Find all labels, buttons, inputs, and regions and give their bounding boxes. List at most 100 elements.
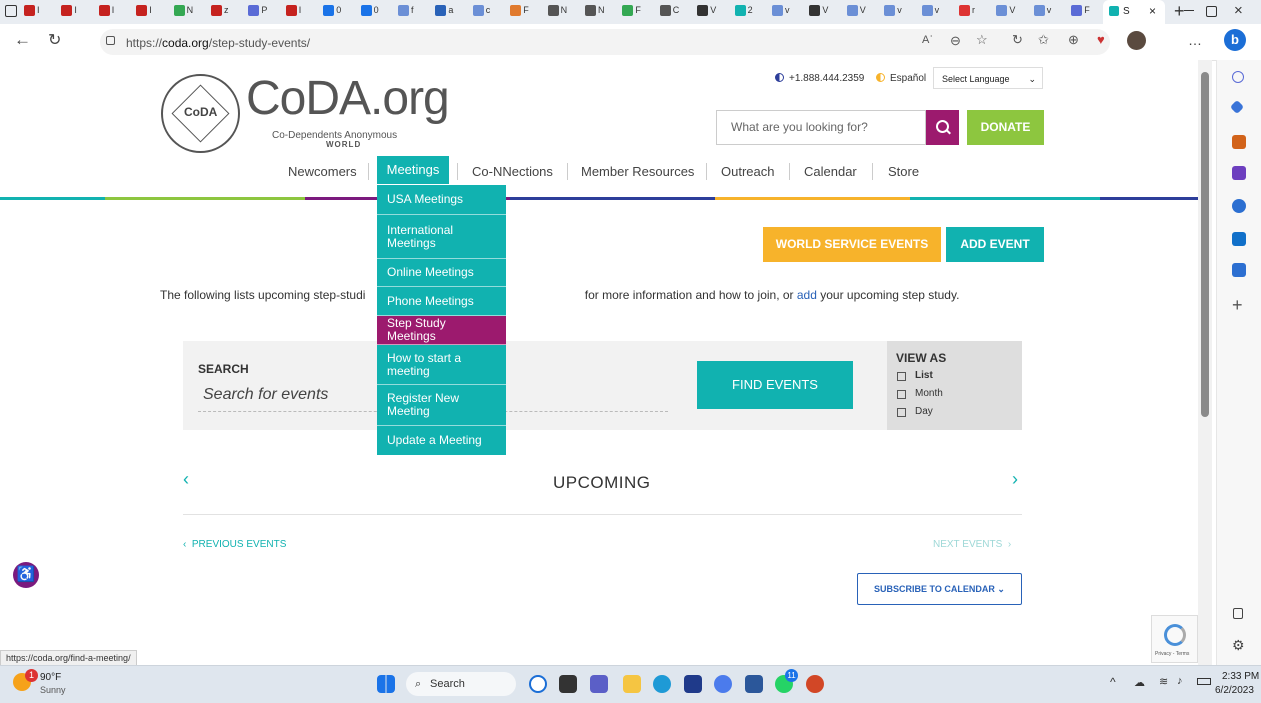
- nav-newcomers[interactable]: Newcomers: [288, 164, 357, 179]
- nav-outreach[interactable]: Outreach: [721, 164, 774, 179]
- restore-icon[interactable]: [1206, 6, 1217, 17]
- tab[interactable]: V: [994, 3, 1015, 21]
- taskbar-search[interactable]: ⌕ Search: [406, 672, 516, 696]
- battery-icon[interactable]: [1197, 678, 1211, 685]
- next-events-link[interactable]: NEXT EVENTS ›: [933, 539, 1011, 550]
- back-icon[interactable]: ←: [14, 30, 31, 50]
- teams-icon[interactable]: [590, 675, 608, 693]
- tab[interactable]: F: [508, 3, 529, 21]
- coda-seal-logo[interactable]: CoDA: [161, 74, 240, 153]
- clock-date[interactable]: 6/2/2023: [1215, 685, 1254, 696]
- read-aloud-icon[interactable]: Aʾ: [922, 34, 933, 46]
- dropdown-how-to-start[interactable]: How to start a meeting: [377, 345, 506, 385]
- tab[interactable]: v: [770, 3, 790, 21]
- tab[interactable]: N: [546, 3, 567, 21]
- dropdown-step-study-meetings[interactable]: Step Study Meetings: [377, 316, 506, 345]
- view-list[interactable]: List: [915, 370, 933, 381]
- tab[interactable]: N: [172, 3, 193, 21]
- espanol-link[interactable]: Español: [890, 73, 926, 84]
- accessibility-icon[interactable]: ♿: [13, 562, 39, 588]
- file-explorer-icon[interactable]: [623, 675, 641, 693]
- phone-number[interactable]: +1.888.444.2359: [789, 73, 864, 84]
- language-select[interactable]: Select Language ⌄: [933, 67, 1043, 89]
- tab[interactable]: V: [695, 3, 716, 21]
- donate-button[interactable]: DONATE: [967, 110, 1044, 145]
- new-tab-icon[interactable]: +: [1174, 1, 1185, 22]
- bing-taskbar-icon[interactable]: [529, 675, 547, 693]
- nav-store[interactable]: Store: [888, 164, 919, 179]
- start-icon[interactable]: [377, 675, 395, 693]
- tab[interactable]: z: [209, 3, 229, 21]
- search-button[interactable]: [926, 110, 959, 145]
- close-window-icon[interactable]: ×: [1234, 2, 1243, 19]
- scrollbar-thumb[interactable]: [1201, 72, 1209, 417]
- onedrive-icon[interactable]: ☁: [1134, 676, 1145, 689]
- settings-icon[interactable]: ⚙: [1232, 637, 1245, 654]
- add-event-button[interactable]: ADD EVENT: [946, 227, 1044, 262]
- tray-chevron-icon[interactable]: ^: [1110, 675, 1116, 689]
- task-view-icon[interactable]: [559, 675, 577, 693]
- zoom-icon[interactable]: ⊖: [950, 33, 961, 49]
- clock-time[interactable]: 2:33 PM: [1222, 671, 1259, 682]
- nav-meetings[interactable]: Meetings: [377, 156, 449, 184]
- tab[interactable]: 2: [733, 3, 753, 21]
- shopping-icon[interactable]: [1229, 99, 1245, 115]
- search-sidebar-icon[interactable]: [1232, 71, 1244, 83]
- world-service-events-button[interactable]: WORLD SERVICE EVENTS: [763, 227, 941, 262]
- word-icon[interactable]: [745, 675, 763, 693]
- url-text[interactable]: https://coda.org/step-study-events/: [126, 36, 310, 50]
- tab[interactable]: v: [882, 3, 902, 21]
- tab[interactable]: V: [807, 3, 828, 21]
- tab[interactable]: f: [396, 3, 414, 21]
- dropdown-update-meeting[interactable]: Update a Meeting: [377, 426, 506, 455]
- tab[interactable]: a: [433, 3, 453, 21]
- subscribe-calendar-button[interactable]: SUBSCRIBE TO CALENDAR ⌄: [857, 573, 1022, 605]
- copilot-icon[interactable]: [714, 675, 732, 693]
- tab[interactable]: I: [97, 3, 115, 21]
- chevron-left-icon[interactable]: ‹: [183, 469, 189, 490]
- powerpoint-icon[interactable]: [806, 675, 824, 693]
- favorite-icon[interactable]: ☆: [976, 32, 988, 48]
- dropdown-register-new-meeting[interactable]: Register New Meeting: [377, 385, 506, 426]
- dropdown-phone-meetings[interactable]: Phone Meetings: [377, 287, 506, 316]
- tab[interactable]: I: [284, 3, 302, 21]
- refresh-extension-icon[interactable]: ↻: [1012, 32, 1023, 48]
- dropdown-usa-meetings[interactable]: USA Meetings: [377, 185, 506, 215]
- tab[interactable]: I: [22, 3, 40, 21]
- tab-active[interactable]: S ×: [1103, 0, 1165, 24]
- tab[interactable]: P: [246, 3, 267, 21]
- find-events-button[interactable]: FIND EVENTS: [697, 361, 853, 409]
- refresh-icon[interactable]: ↻: [48, 30, 61, 50]
- more-icon[interactable]: …: [1188, 32, 1202, 48]
- tab[interactable]: I: [59, 3, 77, 21]
- wifi-icon[interactable]: ≋: [1159, 675, 1168, 688]
- view-day[interactable]: Day: [915, 406, 933, 417]
- designer-icon[interactable]: [1232, 263, 1246, 277]
- nav-connections[interactable]: Co-NNections: [472, 164, 553, 179]
- tab[interactable]: F: [1069, 3, 1090, 21]
- tab[interactable]: I: [134, 3, 152, 21]
- add-link[interactable]: add: [797, 288, 817, 302]
- close-tab-icon[interactable]: ×: [1149, 4, 1156, 18]
- nav-member-resources[interactable]: Member Resources: [581, 164, 694, 179]
- previous-events-link[interactable]: ‹ PREVIOUS EVENTS: [183, 539, 286, 550]
- chevron-right-icon[interactable]: ›: [1012, 469, 1018, 490]
- tab[interactable]: 0: [321, 3, 341, 21]
- tab[interactable]: C: [658, 3, 679, 21]
- site-title[interactable]: CoDA.org: [246, 71, 450, 126]
- dropdown-international-meetings[interactable]: International Meetings: [377, 215, 506, 259]
- tab[interactable]: 0: [359, 3, 379, 21]
- recaptcha-badge[interactable]: Privacy - Terms: [1151, 615, 1198, 663]
- event-search-input[interactable]: Search for events: [203, 386, 328, 404]
- outlook-icon[interactable]: [1232, 232, 1246, 246]
- tab[interactable]: V: [845, 3, 866, 21]
- collections-icon[interactable]: ⊕: [1068, 32, 1079, 48]
- view-month[interactable]: Month: [915, 388, 943, 399]
- page-scrollbar[interactable]: [1198, 60, 1212, 665]
- recaptcha-text[interactable]: Privacy - Terms: [1155, 651, 1189, 657]
- sidebar-toggle-icon[interactable]: [1233, 608, 1243, 619]
- tab[interactable]: r: [957, 3, 975, 21]
- nav-calendar[interactable]: Calendar: [804, 164, 857, 179]
- tab[interactable]: v: [920, 3, 939, 21]
- minimize-icon[interactable]: [1184, 10, 1194, 11]
